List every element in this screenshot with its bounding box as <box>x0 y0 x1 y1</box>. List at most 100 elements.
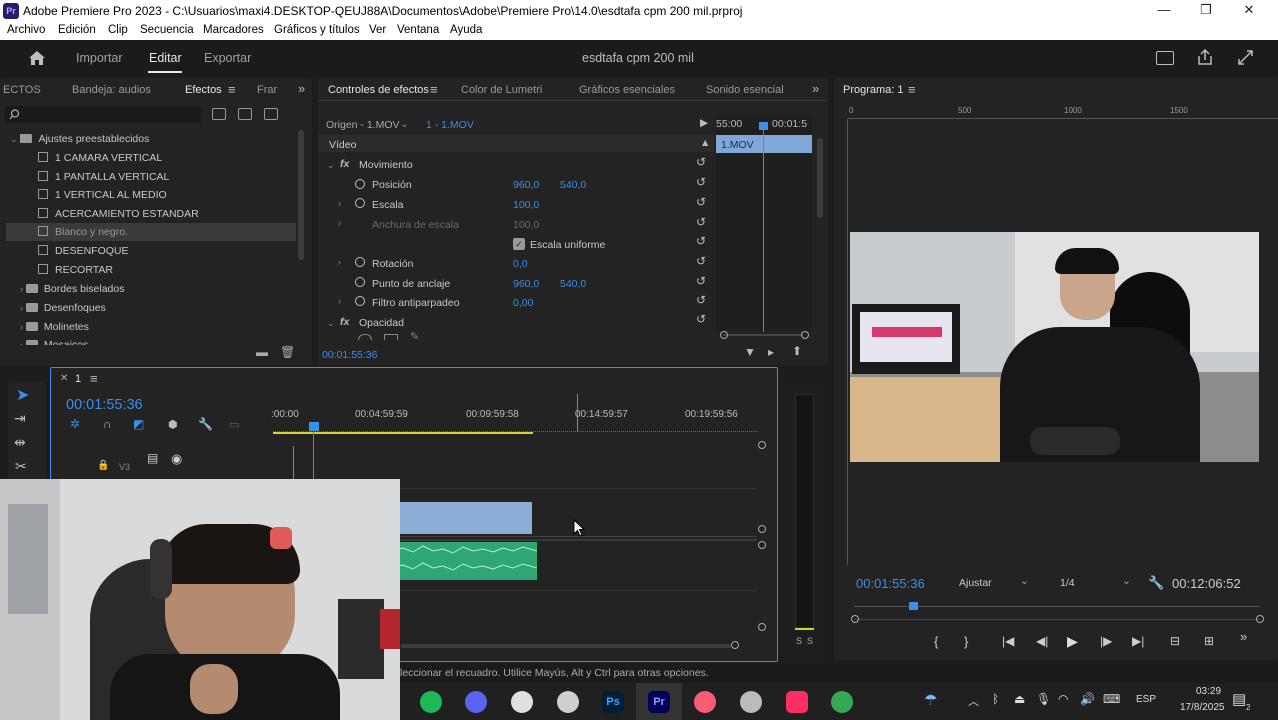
fit-dropdown[interactable]: Ajustar <box>959 577 992 589</box>
mark-out-icon[interactable]: } <box>964 634 968 649</box>
position-y-value[interactable]: 540,0 <box>560 179 586 191</box>
program-timecode[interactable]: 00:01:55:36 <box>856 576 925 591</box>
ec-scrollbar[interactable] <box>817 138 823 218</box>
menu-ayuda[interactable]: Ayuda <box>450 24 482 36</box>
timeline-h-scrollbar[interactable] <box>401 644 731 648</box>
reset-icon[interactable]: ↺ <box>696 293 706 307</box>
menu-marcadores[interactable]: Marcadores <box>203 24 264 36</box>
step-forward-icon[interactable]: |▶ <box>1100 634 1112 648</box>
tab-efectos[interactable]: Efectos <box>185 84 222 96</box>
quality-dropdown[interactable]: 1/4 <box>1060 577 1075 589</box>
tab-frar[interactable]: Frar <box>257 84 277 96</box>
notifications-icon[interactable]: ▤ <box>1232 690 1246 708</box>
tab-color-lumetri[interactable]: Color de Lumetri <box>461 84 542 96</box>
stopwatch-icon[interactable] <box>355 277 365 289</box>
fullscreen-icon[interactable] <box>1238 50 1253 65</box>
a-scroll-handle[interactable] <box>758 623 766 631</box>
reset-icon[interactable]: ↺ <box>696 155 706 169</box>
playback-icon[interactable]: ▸ <box>768 345 774 359</box>
chevron-up-icon[interactable]: ︿ <box>968 693 979 709</box>
menu-graficos[interactable]: Gráficos y títulos <box>274 24 360 36</box>
marker-icon[interactable]: ⬢ <box>168 418 178 431</box>
menu-edicion[interactable]: Edición <box>58 24 96 36</box>
sequence-tab[interactable]: 1 <box>75 373 81 385</box>
list-item[interactable]: RECORTAR <box>38 264 113 276</box>
list-item[interactable]: 1 VERTICAL AL MEDIO <box>38 189 167 201</box>
zoom-handle-left[interactable] <box>720 331 728 339</box>
work-area-bar[interactable] <box>273 432 533 434</box>
usb-icon[interactable]: ⏏ <box>1014 692 1025 706</box>
chevron-down-icon[interactable]: ⌄ <box>1020 575 1029 587</box>
chevron-down-icon[interactable]: ⌄ <box>327 159 335 171</box>
timeline-playhead-handle[interactable] <box>309 422 319 431</box>
play-icon[interactable]: ▶ <box>1067 633 1078 650</box>
reset-icon[interactable]: ↺ <box>696 234 706 248</box>
more-tabs-icon[interactable]: » <box>812 81 819 96</box>
clock-time[interactable]: 03:29 <box>1196 686 1221 697</box>
list-item[interactable]: ⌄ Ajustes preestablecidos <box>10 133 149 145</box>
tab-editar[interactable]: Editar <box>149 51 182 65</box>
list-item[interactable]: › Desenfoques <box>20 302 106 314</box>
tab-importar[interactable]: Importar <box>76 51 123 65</box>
h-scroll-handle[interactable] <box>731 641 739 649</box>
tab-exportar[interactable]: Exportar <box>204 51 251 65</box>
program-title[interactable]: Programa: 1 <box>843 84 904 96</box>
ellipse-mask-icon[interactable] <box>358 334 372 340</box>
timeline-timecode[interactable]: 00:01:55:36 <box>66 397 143 413</box>
program-menu-icon[interactable]: ≡ <box>908 82 916 97</box>
list-item[interactable]: › Bordes biselados <box>20 283 124 295</box>
32bit-effects-icon[interactable] <box>238 108 252 120</box>
go-to-out-icon[interactable]: ▶| <box>1132 634 1144 648</box>
weather-icon[interactable]: ☂ <box>924 691 937 709</box>
scale-value[interactable]: 100,0 <box>513 199 539 211</box>
list-item[interactable]: › Molinetes <box>20 321 89 333</box>
discord-icon[interactable] <box>465 691 487 713</box>
menu-ventana[interactable]: Ventana <box>397 24 439 36</box>
v-scroll-handle[interactable] <box>758 525 766 533</box>
obs-icon[interactable] <box>511 691 533 713</box>
premiere-icon[interactable]: Pr <box>648 691 670 713</box>
play-only-icon[interactable]: ▶ <box>700 117 708 129</box>
volume-icon[interactable]: 🔊 <box>1080 692 1095 706</box>
export-frame-icon[interactable]: ⬆ <box>792 344 802 358</box>
fx-icon[interactable]: fx <box>340 316 349 328</box>
meter-solo-right[interactable]: S <box>807 636 813 646</box>
reset-icon[interactable]: ↺ <box>696 195 706 209</box>
keyboard-icon[interactable]: ⌨ <box>1103 692 1120 706</box>
ec-playhead[interactable] <box>763 122 764 332</box>
chevron-down-icon[interactable]: ⌄ <box>327 317 335 329</box>
step-back-icon[interactable]: ◀| <box>1036 634 1048 648</box>
wrench-icon[interactable]: 🔧 <box>1148 575 1164 591</box>
collapse-icon[interactable]: ▲ <box>700 137 710 149</box>
extract-icon[interactable]: ⊞ <box>1204 634 1214 648</box>
eye-icon[interactable]: ◉ <box>171 451 182 467</box>
tiktok-icon[interactable] <box>786 691 808 713</box>
home-icon[interactable] <box>28 50 46 66</box>
spotify-icon[interactable] <box>420 691 442 713</box>
yuv-effects-icon[interactable] <box>264 108 278 120</box>
linked-selection-icon[interactable]: ∩ <box>103 417 112 431</box>
antiflicker-value[interactable]: 0,00 <box>513 297 533 309</box>
rotation-value[interactable]: 0,0 <box>513 258 528 270</box>
zoom-handle-right[interactable] <box>801 331 809 339</box>
tab-graficos-esenciales[interactable]: Gráficos esenciales <box>579 84 675 96</box>
mark-in-icon[interactable]: { <box>934 634 938 649</box>
menu-ver[interactable]: Ver <box>369 24 386 36</box>
new-bin-icon[interactable]: ▬ <box>256 345 268 359</box>
go-to-in-icon[interactable]: |◀ <box>1002 634 1014 648</box>
effects-scrollbar[interactable] <box>298 130 304 260</box>
efectos-menu-icon[interactable]: ≡ <box>228 82 236 97</box>
close-button[interactable]: ✕ <box>1229 2 1269 20</box>
language-indicator[interactable]: ESP <box>1136 694 1156 705</box>
fx-icon[interactable]: fx <box>340 158 349 170</box>
uniform-scale-checkbox[interactable]: ✓ <box>513 238 525 250</box>
stopwatch-icon[interactable] <box>355 198 365 210</box>
anchor-x-value[interactable]: 960,0 <box>513 278 539 290</box>
list-item[interactable]: ACERCAMIENTO ESTANDAR <box>38 208 199 220</box>
tab-bandeja-audios[interactable]: Bandeja: audios <box>72 84 151 96</box>
share-icon[interactable] <box>1197 49 1213 66</box>
chevron-right-icon[interactable]: › <box>338 217 341 229</box>
lock-icon[interactable]: 🔒 <box>97 460 109 471</box>
list-item[interactable]: 1 CAMARA VERTICAL <box>38 152 162 164</box>
controls-menu-icon[interactable]: ≡ <box>430 82 438 97</box>
